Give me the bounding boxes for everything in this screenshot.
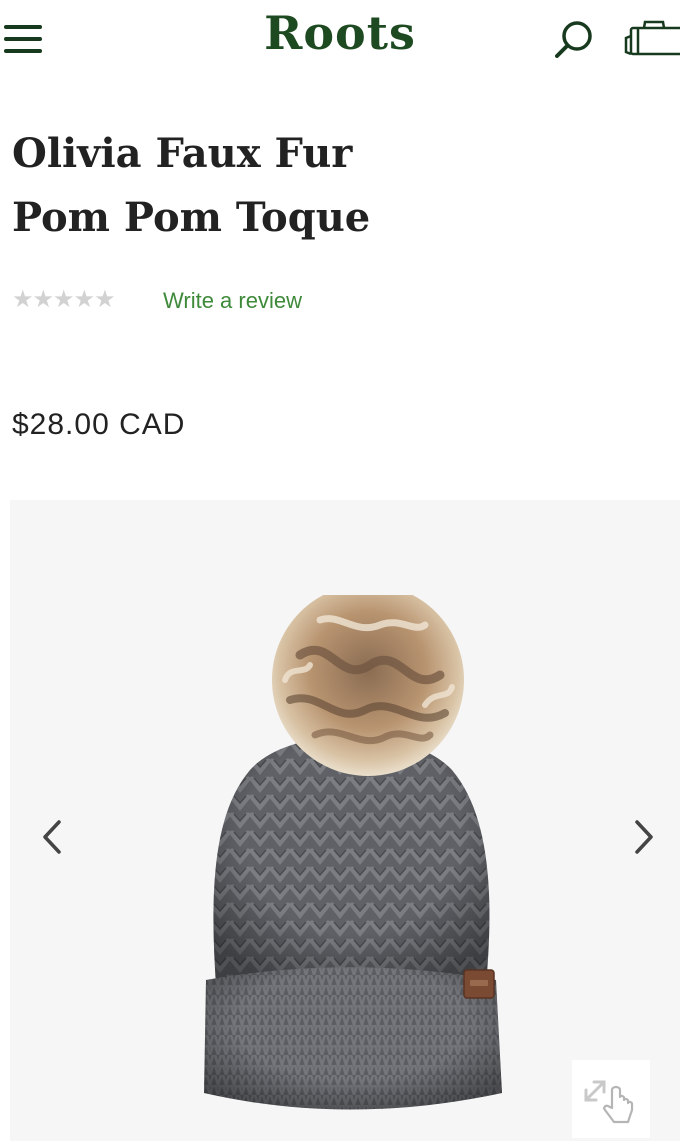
pinch-zoom-icon[interactable] [572,1060,650,1138]
star-rating: ★★★★★ [12,284,116,314]
product-image-gallery[interactable] [10,500,680,1141]
empty-stars-icon: ★★★★★ [12,285,116,313]
shopping-bag-icon[interactable] [622,16,680,60]
product-image [204,595,502,1110]
chevron-right-icon[interactable] [624,812,664,862]
product-title-line-1: Olivia Faux Fur [12,130,353,177]
search-icon[interactable] [552,18,596,62]
site-header: Roots [0,0,680,80]
chevron-left-icon[interactable] [32,812,72,862]
write-review-link[interactable]: Write a review [163,288,302,314]
product-title: Olivia Faux Fur Pom Pom Toque [12,122,612,250]
product-price: $28.00 CAD [12,408,186,441]
product-title-line-2: Pom Pom Toque [12,194,371,241]
